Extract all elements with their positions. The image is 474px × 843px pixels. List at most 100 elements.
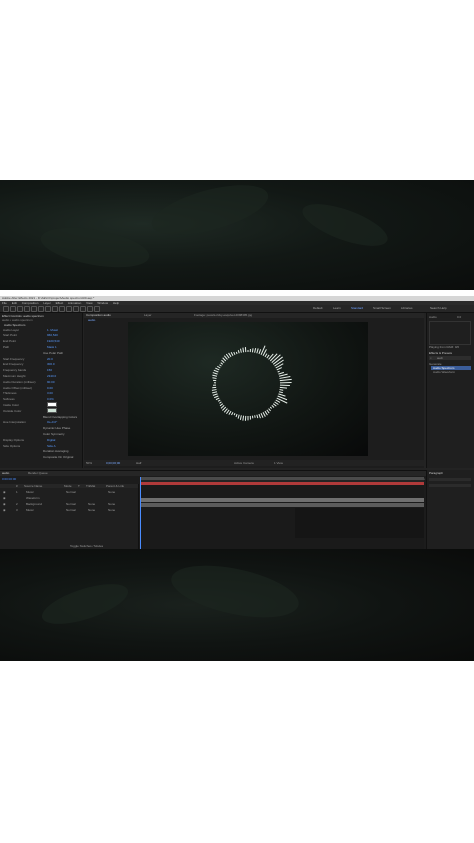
hand-tool-icon[interactable] [17,306,23,312]
property-value[interactable]: 150 [47,368,52,372]
spectrum-bar [262,412,266,417]
visibility-eye-icon[interactable]: ◉ [3,508,6,512]
property-value[interactable]: 0x+0.0° [47,420,57,424]
timeline-panel: audio Render Queue 0:00:00:00 0s02s04s06… [0,470,426,549]
table-row[interactable]: ◉ 1 Music Normal None [2,490,136,494]
property-value[interactable]: Color Symmetry [43,432,65,436]
spectrum-bar [268,408,271,412]
puppet-tool-icon[interactable] [94,306,100,312]
effect-name[interactable]: Audio Spectrum [4,323,25,327]
effects-presets-tab[interactable]: Effects & Presets [429,351,452,355]
property-value[interactable]: 1920,540 [47,339,60,343]
spectrum-bar [215,397,220,401]
resolution-dropdown[interactable]: Half [136,461,141,465]
visibility-eye-icon[interactable]: ◉ [3,490,6,494]
workspace-default[interactable]: Default [313,306,323,310]
table-row[interactable]: ◉ Waveform [2,496,136,500]
effects-search-input[interactable]: audi ⌕ [429,356,471,360]
home-icon[interactable] [3,306,9,312]
layer-parent[interactable]: None [108,502,115,506]
views-dropdown[interactable]: 1 View [274,461,283,465]
property-value[interactable]: Duration Averaging [43,449,68,453]
toggle-switches-modes[interactable]: Toggle Switches / Modes [70,544,103,548]
search-help-input[interactable]: Search Help [430,306,447,310]
layer-trkmat[interactable]: None [88,502,95,506]
tab-composition[interactable]: Composition audio [86,313,111,317]
paragraph-tab[interactable]: Paragraph [429,471,443,475]
pen-tool-icon[interactable] [59,306,65,312]
composition-viewer[interactable] [128,322,368,456]
timeline-timecode[interactable]: 0:00:00:00 [2,477,16,481]
effect-property-row: Frequency bands 150 [3,368,52,372]
property-value[interactable]: Composite On Original [43,455,73,459]
rectangle-tool-icon[interactable] [52,306,58,312]
property-value[interactable]: 20.0 [47,357,53,361]
property-label: Softness [3,397,15,402]
workspace-learn[interactable]: Learn [333,306,341,310]
layer-trkmat[interactable]: None [88,508,95,512]
type-tool-icon[interactable] [66,306,72,312]
window-title: Adobe After Effects 2021 - D:\AE\CC\proj… [2,296,95,300]
property-value[interactable]: 90.00 [47,380,55,384]
property-value[interactable]: 3.00 [47,391,53,395]
layer-parent[interactable]: None [108,508,115,512]
layer-mode[interactable]: Normal [66,508,76,512]
color-swatch[interactable] [47,402,57,408]
work-area-bar[interactable] [140,477,424,480]
eraser-tool-icon[interactable] [87,306,93,312]
music-layer-bar[interactable] [140,482,424,485]
audio-panel-label[interactable]: Audio [429,315,437,319]
background-layer-bar[interactable] [140,498,424,502]
rotate-tool-icon[interactable] [31,306,37,312]
layer-mode[interactable]: Normal [66,490,76,494]
active-comp-label[interactable]: audio [88,318,95,322]
property-value[interactable]: Use Polar Path [43,351,63,355]
background-photo-top [0,175,474,290]
indent-fields[interactable] [429,484,471,487]
align-buttons[interactable] [429,478,471,481]
workspace-libraries[interactable]: Libraries [401,306,413,310]
property-value[interactable]: Mask 1 [47,345,57,349]
visibility-eye-icon[interactable]: ◉ [3,496,6,500]
tab-audio-comp[interactable]: audio [2,471,9,475]
playhead[interactable] [140,477,141,549]
property-value[interactable]: 300.0 [47,362,55,366]
zoom-dropdown[interactable]: 50% [86,461,92,465]
tab-layer[interactable]: Layer [144,313,152,317]
col-trkmat: TrkMat [86,484,96,488]
property-value[interactable]: 1. Music [47,328,58,332]
property-value[interactable]: 960,540 [47,333,58,337]
camera-dropdown[interactable]: Active Camera [234,461,254,465]
result-audio-waveform[interactable]: Audio Waveform [433,370,455,374]
table-row[interactable]: ◉ 3 Music Normal None None [2,508,136,512]
color-swatch[interactable] [47,408,57,414]
property-value[interactable]: 0.0% [47,397,54,401]
property-value[interactable]: 2340.0 [47,374,56,378]
selection-tool-icon[interactable] [10,306,16,312]
spectrum-bar [213,369,219,373]
zoom-tool-icon[interactable] [24,306,30,312]
effect-property-row: End Frequency 300.0 [3,362,55,366]
spectrum-bar [235,413,238,418]
music-audio-layer-bar[interactable] [140,503,424,507]
property-value[interactable]: Dynamic Hue Phase [43,426,70,430]
layer-name: Music [26,508,34,512]
clone-stamp-tool-icon[interactable] [80,306,86,312]
workspace-small-screen[interactable]: Small Screen [373,306,391,310]
property-value[interactable]: Side A [47,444,56,448]
timecode-display[interactable]: 0;00;00;00 [106,461,120,465]
table-row[interactable]: ◉ 2 Background Normal None None [2,502,136,506]
camera-tool-icon[interactable] [38,306,44,312]
layer-mode[interactable]: Normal [66,502,76,506]
property-value[interactable]: 0.00 [47,386,53,390]
pan-behind-tool-icon[interactable] [45,306,51,312]
tab-render-queue[interactable]: Render Queue [28,471,48,475]
spectrum-bar [233,413,236,416]
brush-tool-icon[interactable] [73,306,79,312]
visibility-eye-icon[interactable]: ◉ [3,502,6,506]
property-value[interactable]: Digital [47,438,55,442]
workspace-standard[interactable]: Standard [351,306,363,310]
property-value[interactable]: Blend Overlapping Colors [43,415,77,419]
layer-parent[interactable]: None [108,490,115,494]
spectrum-bar [231,412,234,416]
